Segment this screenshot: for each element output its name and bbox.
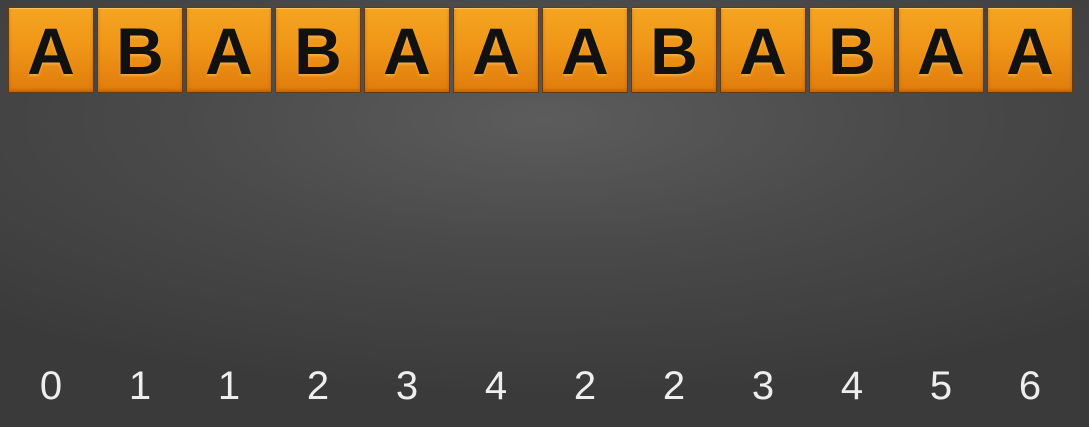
letter-tile: B bbox=[97, 7, 183, 93]
letter-tile: A bbox=[453, 7, 539, 93]
value-label: 1 bbox=[217, 364, 241, 408]
value-label: 3 bbox=[751, 364, 775, 408]
value-label: 4 bbox=[484, 364, 508, 408]
tile-letter: A bbox=[27, 14, 75, 88]
tile-letter: B bbox=[828, 14, 876, 88]
value-label: 0 bbox=[39, 364, 63, 408]
tile-letter: B bbox=[116, 14, 164, 88]
value-label: 5 bbox=[929, 364, 953, 408]
letter-tile: A bbox=[720, 7, 806, 93]
letter-tile: A bbox=[898, 7, 984, 93]
value-label: 4 bbox=[840, 364, 864, 408]
letter-tile: A bbox=[8, 7, 94, 93]
slide: { "tiles": ["A", "B", "A", "B", "A", "A"… bbox=[0, 0, 1089, 427]
letter-tile: A bbox=[186, 7, 272, 93]
tile-letter: A bbox=[1006, 14, 1054, 88]
value-label: 2 bbox=[573, 364, 597, 408]
tile-letter: A bbox=[561, 14, 609, 88]
tile-letter: A bbox=[917, 14, 965, 88]
tile-letter: A bbox=[472, 14, 520, 88]
value-label: 2 bbox=[306, 364, 330, 408]
value-label: 6 bbox=[1018, 364, 1042, 408]
tile-letter: A bbox=[205, 14, 253, 88]
value-label: 3 bbox=[395, 364, 419, 408]
letter-tile: B bbox=[631, 7, 717, 93]
tile-letter: A bbox=[383, 14, 431, 88]
value-row: 0 1 1 2 3 4 2 2 3 4 5 6 bbox=[8, 362, 1073, 410]
letter-tile: A bbox=[364, 7, 450, 93]
letter-tile: B bbox=[275, 7, 361, 93]
letter-tile: B bbox=[809, 7, 895, 93]
tile-letter: B bbox=[294, 14, 342, 88]
value-label: 2 bbox=[662, 364, 686, 408]
tile-letter: A bbox=[739, 14, 787, 88]
letter-tile: A bbox=[542, 7, 628, 93]
letter-tile: A bbox=[987, 7, 1073, 93]
letter-tile-row: A B A B A A A B A B A A bbox=[8, 7, 1073, 93]
tile-letter: B bbox=[650, 14, 698, 88]
value-label: 1 bbox=[128, 364, 152, 408]
